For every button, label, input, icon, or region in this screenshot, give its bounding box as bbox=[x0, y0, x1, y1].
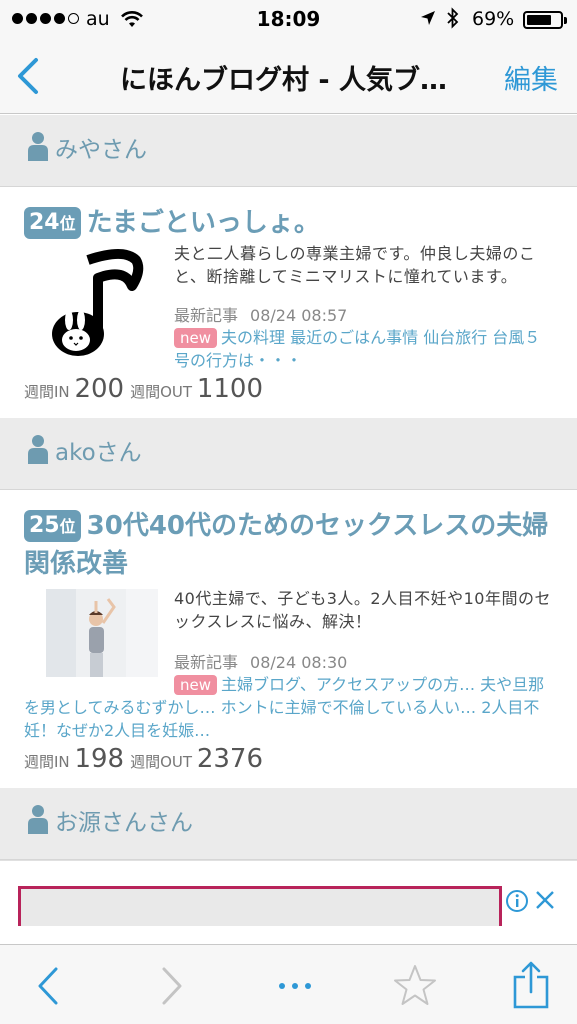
person-icon bbox=[28, 435, 48, 464]
weekly-counts: 週間IN 200 週間OUT 1100 bbox=[24, 374, 263, 404]
navigation-bar: にほんブログ村 - 人気ブ… 編集 bbox=[0, 38, 577, 114]
recent-posts-links[interactable]: 主婦ブログ、アクセスアップの方… 夫や旦那を男としてみるむずかし… ホントに主婦… bbox=[24, 675, 544, 740]
blog-entry[interactable]: 25位 30代40代のためのセックスレスの夫婦関係改善 40代主婦で、子ども3人。… bbox=[0, 490, 577, 788]
star-icon[interactable] bbox=[390, 961, 440, 1011]
advertisement[interactable] bbox=[0, 860, 577, 945]
person-icon bbox=[28, 805, 48, 834]
new-badge: new bbox=[174, 675, 218, 695]
weekly-in-value: 200 bbox=[74, 374, 125, 404]
page-title: にほんブログ村 - 人気ブ… bbox=[120, 65, 448, 96]
rank-badge: 25位 bbox=[24, 510, 81, 542]
location-arrow-icon bbox=[421, 11, 435, 25]
share-icon[interactable] bbox=[506, 961, 556, 1011]
blog-entry[interactable]: 24位 たまごといっしょ。 夫と二人暮らしの専業主婦です。仲良し夫婦のこと、断捨離… bbox=[0, 187, 577, 418]
info-icon[interactable] bbox=[505, 889, 529, 913]
battery-percentage: 69% bbox=[472, 8, 515, 30]
back-arrow-icon[interactable] bbox=[24, 961, 74, 1011]
woman-stretching-photo[interactable] bbox=[46, 589, 158, 677]
person-icon bbox=[28, 132, 48, 161]
rank-badge: 24位 bbox=[24, 207, 81, 239]
forward-arrow-icon[interactable] bbox=[146, 961, 196, 1011]
author-name[interactable]: みやさん bbox=[55, 130, 147, 164]
browser-toolbar bbox=[0, 944, 577, 1024]
latest-article-label: 最新記事 08/24 08:57 bbox=[174, 306, 348, 325]
status-bar: au 18:09 69% bbox=[0, 0, 577, 38]
weekly-out-value: 1100 bbox=[196, 374, 263, 404]
chevron-left-icon[interactable] bbox=[10, 54, 50, 98]
weekly-in-value: 198 bbox=[74, 744, 125, 774]
ranking-list[interactable]: みやさん 24位 たまごといっしょ。 夫と二人暮らしの専業主婦です。仲良し夫婦のこ… bbox=[0, 115, 577, 945]
author-name[interactable]: akoさん bbox=[55, 433, 142, 467]
close-icon[interactable] bbox=[533, 888, 557, 912]
battery-icon bbox=[523, 11, 567, 29]
music-note-rabbit-image[interactable] bbox=[46, 248, 158, 360]
author-header: akoさん bbox=[0, 418, 577, 490]
edit-button[interactable]: 編集 bbox=[504, 58, 558, 97]
recent-posts-links[interactable]: 夫の料理 最近のごはん事情 仙台旅行 台風５号の行方は・・・ bbox=[174, 328, 540, 370]
author-header: お源さんさん bbox=[0, 788, 577, 860]
author-header: みやさん bbox=[0, 115, 577, 187]
more-dots-icon[interactable] bbox=[270, 961, 320, 1011]
blog-description: 40代主婦で、子ども3人。2人目不妊や10年間のセックスレスに悩み、解決！ bbox=[174, 589, 551, 631]
author-name[interactable]: お源さんさん bbox=[55, 803, 193, 837]
new-badge: new bbox=[174, 328, 218, 348]
weekly-out-value: 2376 bbox=[196, 744, 263, 774]
latest-article-label: 最新記事 08/24 08:30 bbox=[174, 653, 348, 672]
ad-banner-image[interactable] bbox=[18, 886, 502, 926]
bluetooth-icon bbox=[447, 7, 459, 29]
blog-description: 夫と二人暮らしの専業主婦です。仲良し夫婦のこと、断捨離してミニマリストに憧れてい… bbox=[174, 244, 536, 286]
blog-title[interactable]: 30代40代のためのセックスレスの夫婦関係改善 bbox=[24, 511, 548, 579]
weekly-counts: 週間IN 198 週間OUT 2376 bbox=[24, 744, 263, 774]
blog-title[interactable]: たまごといっしょ。 bbox=[87, 208, 320, 238]
